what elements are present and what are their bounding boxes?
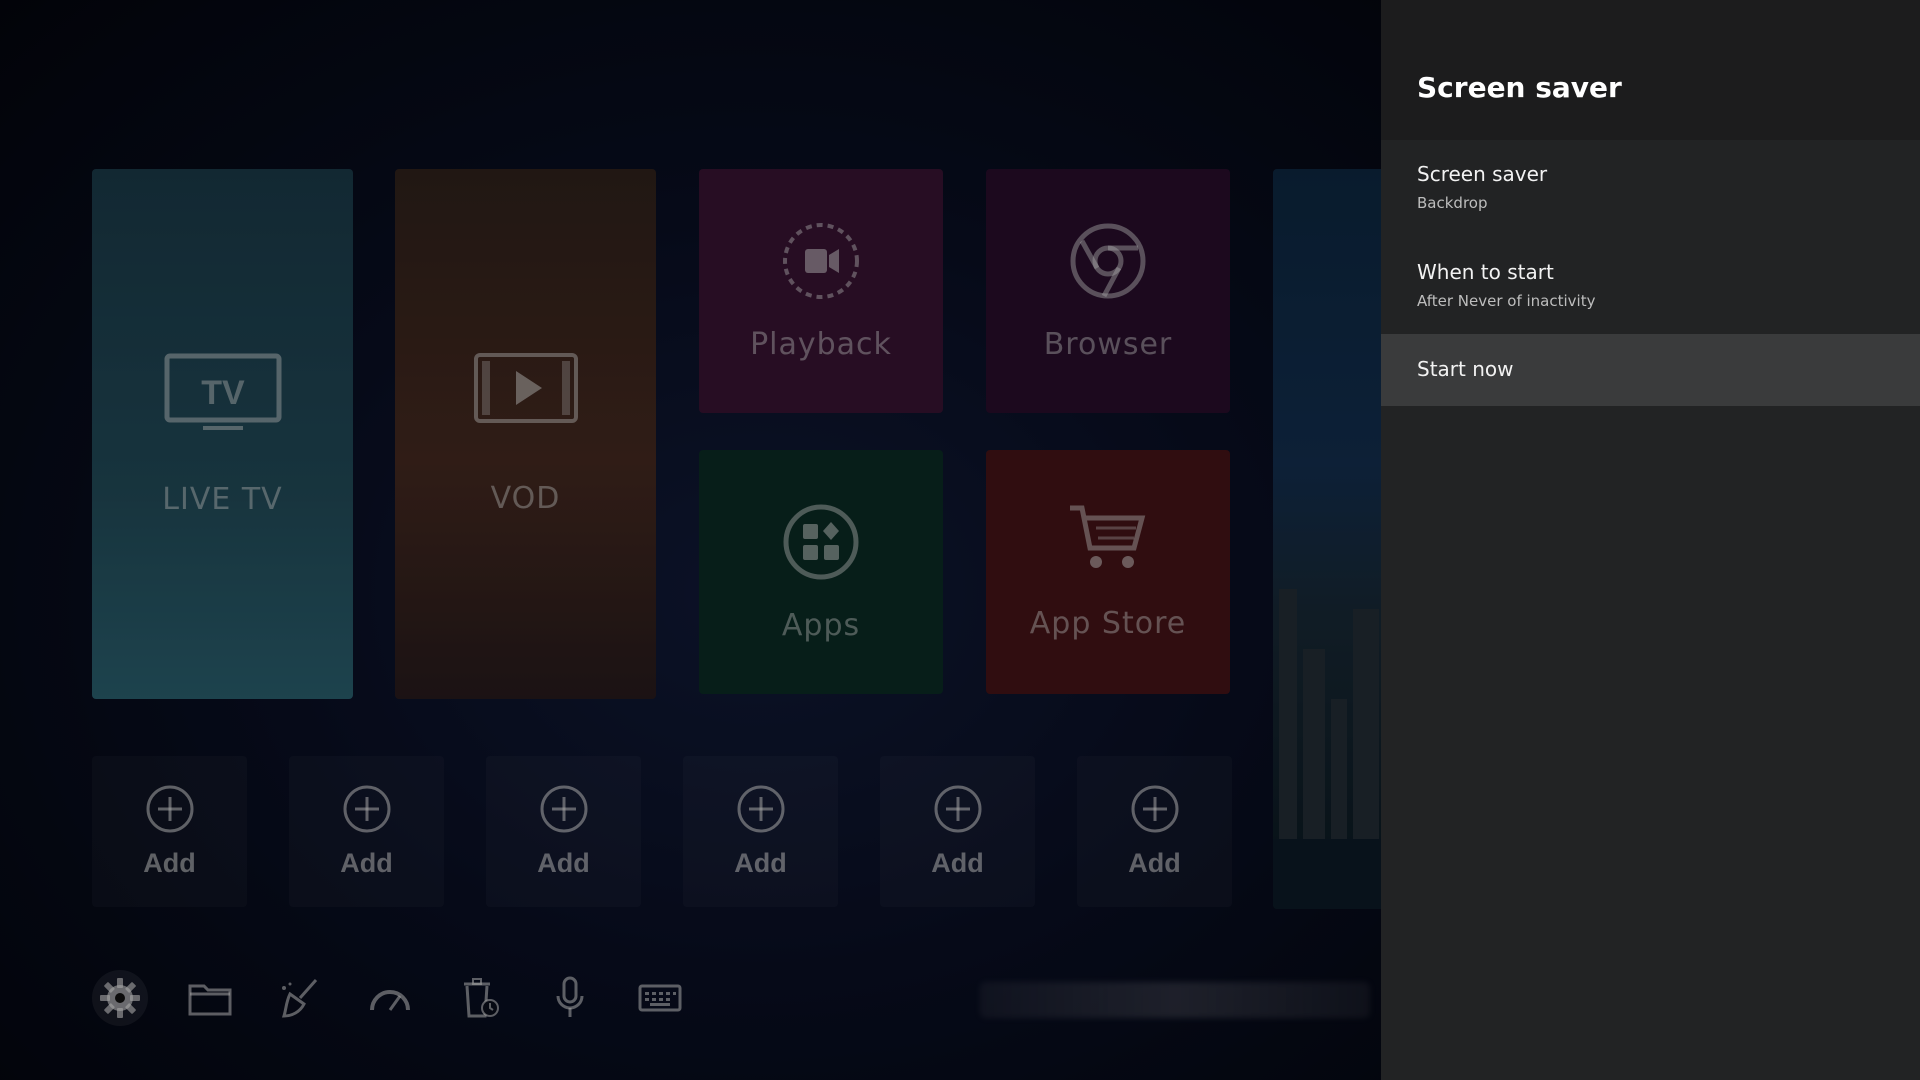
panel-header: Screen saver [1381,0,1920,140]
setting-screen-saver[interactable]: Screen saver Backdrop [1381,140,1920,238]
setting-start-now[interactable]: Start now [1381,334,1920,406]
setting-value: Backdrop [1417,194,1488,212]
panel-title: Screen saver [1417,71,1622,104]
setting-value: After Never of inactivity [1417,292,1596,310]
dim-overlay [0,0,1381,1080]
screen: TV LIVE TV VOD Playback Browser Apps App… [0,0,1920,1080]
settings-panel: Screen saver Screen saver Backdrop When … [1381,0,1920,1080]
setting-when-to-start[interactable]: When to start After Never of inactivity [1381,238,1920,334]
launcher-home: TV LIVE TV VOD Playback Browser Apps App… [0,0,1381,1080]
setting-title: Start now [1417,357,1514,381]
setting-title: Screen saver [1417,162,1548,186]
setting-title: When to start [1417,260,1554,284]
